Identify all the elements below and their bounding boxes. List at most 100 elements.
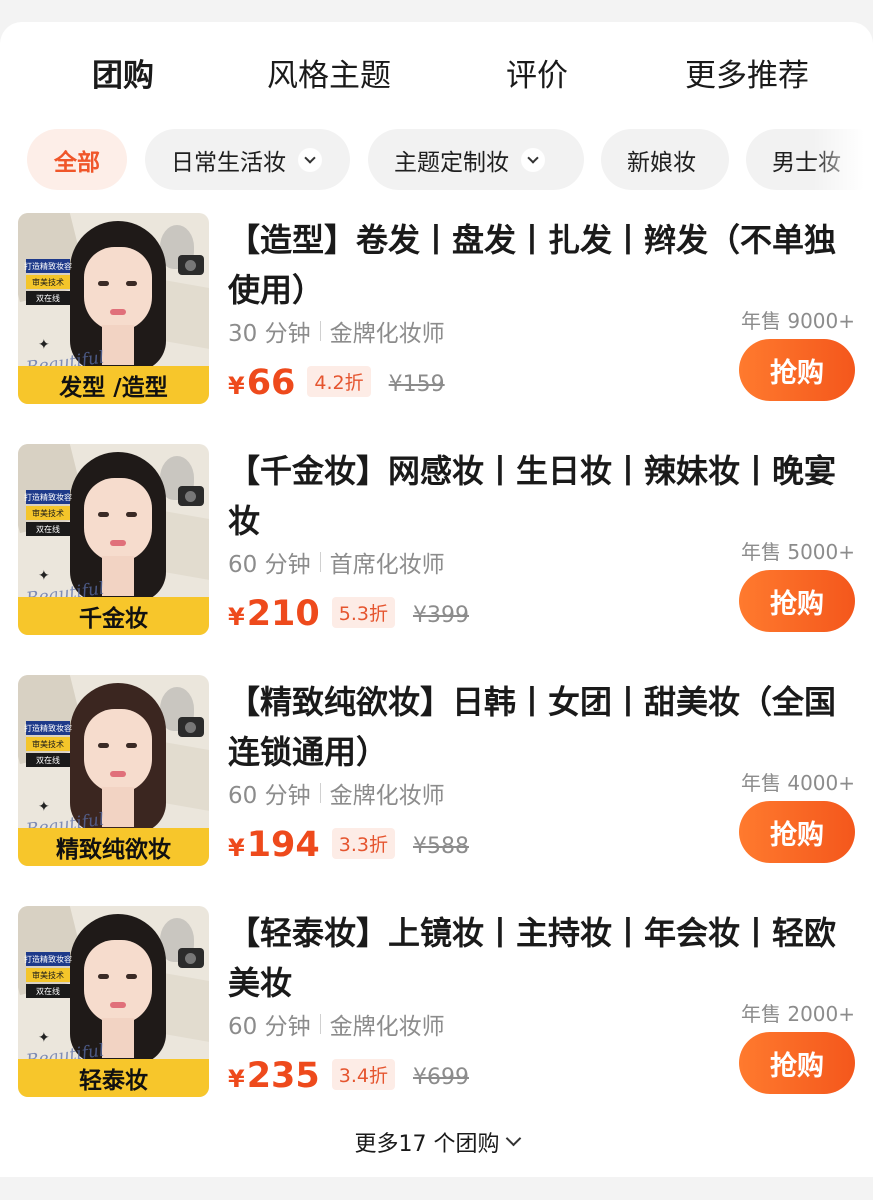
model-eye (126, 974, 137, 979)
deal-panel: 团购 风格主题 评价 更多推荐 全部 日常生活妆 主题定制妆 新娘妆 男士妆 打… (0, 22, 873, 1177)
deal-thumbnail[interactable]: 打造精致妆容 审美技术 双在线 ✦ Beautiful 千金妆 (18, 444, 209, 635)
model-neck (102, 556, 134, 596)
thumb-tag: 双在线 (26, 753, 70, 767)
thumb-tag: 审美技术 (26, 968, 70, 982)
original-price: ¥588 (412, 834, 469, 859)
filter-chip-theme[interactable]: 主题定制妆 (368, 129, 584, 190)
tab-label: 更多推荐 (685, 58, 809, 94)
camera-icon (178, 486, 204, 506)
deal-item[interactable]: 打造精致妆容 审美技术 双在线 ✦ Beautiful 轻泰妆 【轻泰妆】上镜妆… (0, 906, 873, 1106)
deal-artist: 金牌化妆师 (329, 783, 445, 809)
discount-badge: 3.4折 (331, 1059, 395, 1090)
chevron-down-icon (298, 147, 322, 172)
buy-button[interactable]: 抢购 (739, 570, 855, 632)
price-currency: ¥ (228, 834, 245, 862)
deal-price-row: ¥ 66 4.2折 ¥159 (228, 363, 445, 403)
tab-style-theme[interactable]: 风格主题 (267, 50, 391, 95)
deal-price: 235 (246, 1056, 320, 1096)
thumb-tag: 打造精致妆容 (24, 490, 72, 504)
deal-duration: 60 分钟 (228, 783, 311, 809)
deal-meta: 30 分钟 金牌化妆师 (228, 314, 445, 348)
filter-chip-daily[interactable]: 日常生活妆 (145, 129, 350, 190)
deal-artist: 金牌化妆师 (329, 1014, 445, 1040)
deal-thumbnail[interactable]: 打造精致妆容 审美技术 双在线 ✦ Beautiful 精致纯欲妆 (18, 675, 209, 866)
price-currency: ¥ (228, 1065, 245, 1093)
scroll-fade (813, 129, 873, 191)
divider (319, 552, 321, 572)
thumb-tag: 双在线 (26, 984, 70, 998)
model-lips (110, 771, 126, 777)
tab-group-buy[interactable]: 团购 (92, 50, 154, 103)
deal-price: 194 (246, 825, 320, 865)
buy-button[interactable]: 抢购 (739, 339, 855, 401)
deal-title[interactable]: 【造型】卷发丨盘发丨扎发丨辫发（不单独使用） (228, 215, 858, 315)
model-lips (110, 1002, 126, 1008)
sparkle-icon: ✦ (38, 337, 50, 353)
deal-sales: 年售 5000+ (740, 540, 855, 564)
thumb-tag: 双在线 (26, 291, 70, 305)
divider (319, 1014, 321, 1034)
thumb-banner: 发型 /造型 (18, 366, 209, 404)
tab-label: 评价 (506, 58, 568, 94)
price-currency: ¥ (228, 372, 245, 400)
deal-item[interactable]: 打造精致妆容 审美技术 双在线 ✦ Beautiful 精致纯欲妆 【精致纯欲妆… (0, 675, 873, 875)
deal-sales: 年售 4000+ (740, 771, 855, 795)
model-eye (98, 281, 109, 286)
model-neck (102, 1018, 134, 1058)
tab-more-recommend[interactable]: 更多推荐 (685, 50, 809, 95)
deal-item[interactable]: 打造精致妆容 审美技术 双在线 ✦ Beautiful 发型 /造型 【造型】卷… (0, 213, 873, 413)
model-lips (110, 540, 126, 546)
model-neck (102, 325, 134, 365)
model-eye (98, 743, 109, 748)
deal-meta: 60 分钟 金牌化妆师 (228, 1007, 445, 1041)
chevron-down-icon (505, 1130, 521, 1146)
more-deals-label: 更多17 个团购 (354, 1132, 500, 1157)
thumb-banner: 轻泰妆 (18, 1059, 209, 1097)
buy-button[interactable]: 抢购 (739, 1032, 855, 1094)
filter-chip-row: 全部 日常生活妆 主题定制妆 新娘妆 男士妆 (0, 129, 873, 191)
deal-item[interactable]: 打造精致妆容 审美技术 双在线 ✦ Beautiful 千金妆 【千金妆】网感妆… (0, 444, 873, 644)
sparkle-icon: ✦ (38, 799, 50, 815)
tab-reviews[interactable]: 评价 (506, 50, 568, 95)
model-eye (126, 281, 137, 286)
model-eye (126, 743, 137, 748)
deal-price-row: ¥ 235 3.4折 ¥699 (228, 1056, 469, 1096)
model-neck (102, 787, 134, 827)
discount-badge: 3.3折 (331, 828, 395, 859)
camera-icon (178, 717, 204, 737)
deal-title[interactable]: 【轻泰妆】上镜妆丨主持妆丨年会妆丨轻欧美妆 (228, 908, 858, 1008)
model-eye (126, 512, 137, 517)
thumb-tag: 双在线 (26, 522, 70, 536)
buy-button[interactable]: 抢购 (739, 801, 855, 863)
filter-chip-all[interactable]: 全部 (27, 129, 127, 190)
chip-label: 全部 (54, 149, 100, 176)
sparkle-icon: ✦ (38, 1030, 50, 1046)
chip-label: 主题定制妆 (394, 149, 509, 176)
deal-title[interactable]: 【千金妆】网感妆丨生日妆丨辣妹妆丨晚宴妆 (228, 446, 858, 546)
price-currency: ¥ (228, 603, 245, 631)
filter-chip-bridal[interactable]: 新娘妆 (601, 129, 729, 190)
thumb-tag: 审美技术 (26, 737, 70, 751)
camera-icon (178, 948, 204, 968)
sparkle-icon: ✦ (38, 568, 50, 584)
thumb-tag: 打造精致妆容 (24, 952, 72, 966)
deal-duration: 60 分钟 (228, 1014, 311, 1040)
divider (319, 321, 321, 341)
chevron-down-icon (521, 147, 545, 172)
model-eye (98, 512, 109, 517)
deal-artist: 首席化妆师 (329, 552, 445, 578)
more-deals-link[interactable]: 更多17 个团购 (0, 1126, 873, 1158)
discount-badge: 4.2折 (307, 366, 371, 397)
deal-price: 210 (246, 594, 320, 634)
deal-title[interactable]: 【精致纯欲妆】日韩丨女团丨甜美妆（全国连锁通用） (228, 677, 858, 777)
tab-label: 团购 (92, 58, 154, 94)
model-eye (98, 974, 109, 979)
deal-price: 66 (246, 363, 296, 403)
model-face (84, 709, 152, 793)
model-lips (110, 309, 126, 315)
thumb-banner: 千金妆 (18, 597, 209, 635)
deal-thumbnail[interactable]: 打造精致妆容 审美技术 双在线 ✦ Beautiful 发型 /造型 (18, 213, 209, 404)
deal-duration: 30 分钟 (228, 321, 311, 347)
original-price: ¥159 (388, 372, 445, 397)
deal-thumbnail[interactable]: 打造精致妆容 审美技术 双在线 ✦ Beautiful 轻泰妆 (18, 906, 209, 1097)
